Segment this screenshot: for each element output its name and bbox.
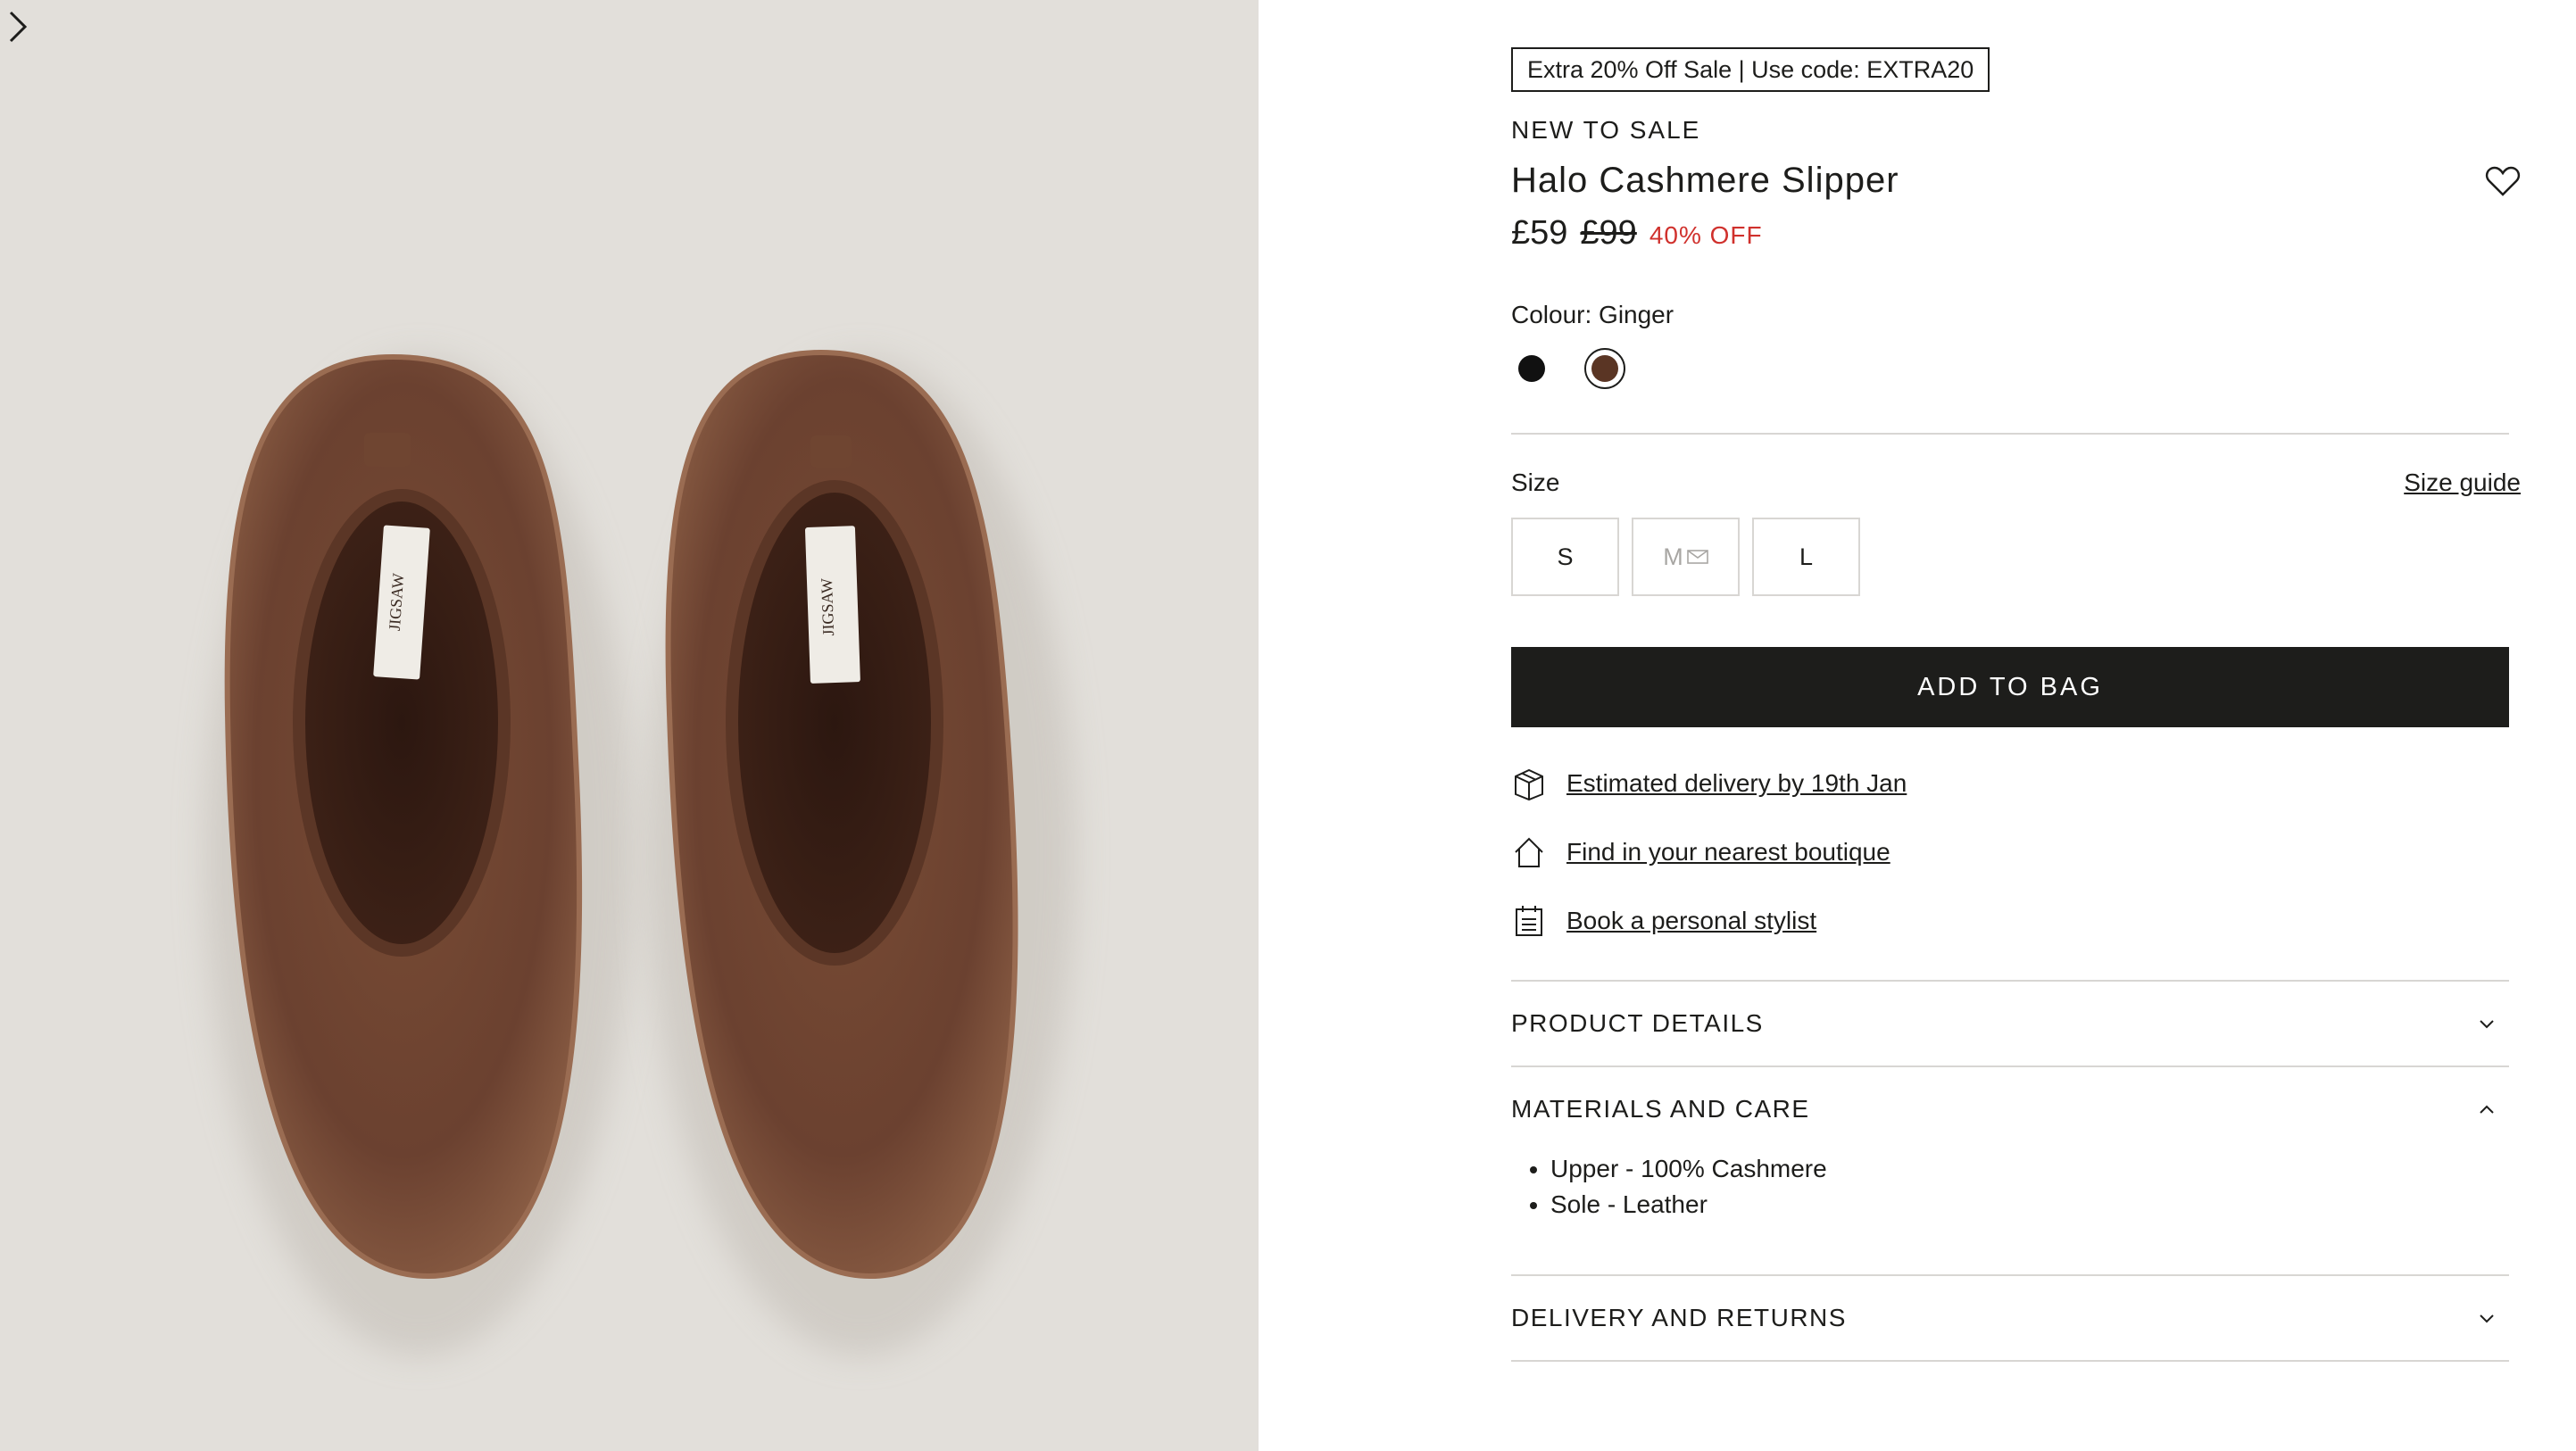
product-title: Halo Cashmere Slipper	[1511, 161, 1899, 200]
chevron-down-icon	[2480, 1314, 2494, 1323]
house-icon	[1515, 837, 1543, 867]
product-image-panel: JIGSAW JIGSAW	[0, 0, 1259, 1451]
divider	[1511, 433, 2509, 435]
size-options: S M L	[1511, 518, 1860, 596]
accordion-label: DELIVERY AND RETURNS	[1511, 1304, 1847, 1331]
chevron-right-icon[interactable]	[0, 0, 36, 54]
promo-banner: Extra 20% Off Sale | Use code: EXTRA20	[1511, 47, 1990, 92]
original-price: £99	[1580, 214, 1637, 252]
envelope-icon	[1686, 550, 1708, 564]
list-item: Upper - 100% Cashmere	[1550, 1151, 1827, 1187]
size-option-l[interactable]: L	[1752, 518, 1860, 596]
size-option-label: M	[1663, 543, 1683, 570]
divider	[1511, 980, 2509, 982]
chevron-down-icon	[2480, 1020, 2494, 1029]
svg-text:JIGSAW: JIGSAW	[818, 578, 837, 636]
sale-eyebrow: NEW TO SALE	[1511, 116, 1701, 144]
product-image: JIGSAW JIGSAW	[205, 349, 1076, 1356]
accordion-materials-care[interactable]: MATERIALS AND CARE	[1511, 1069, 2509, 1149]
chevron-up-icon	[2480, 1105, 2494, 1114]
divider	[1511, 1360, 2509, 1362]
delivery-estimate-link[interactable]: Estimated delivery by 19th Jan	[1566, 769, 1907, 798]
sale-price: £59	[1511, 214, 1568, 252]
calendar-icon	[1516, 906, 1542, 936]
book-stylist-link[interactable]: Book a personal stylist	[1566, 907, 1816, 935]
size-option-label: L	[1799, 543, 1814, 570]
find-boutique-link[interactable]: Find in your nearest boutique	[1566, 838, 1890, 866]
box-icon	[1515, 768, 1543, 801]
divider	[1511, 1065, 2509, 1067]
swatch-ginger-fill	[1591, 355, 1618, 382]
size-option-m[interactable]: M	[1632, 518, 1740, 596]
stylist-row: Book a personal stylist	[1511, 903, 1816, 939]
size-option-s[interactable]: S	[1511, 518, 1619, 596]
heart-icon[interactable]	[2485, 165, 2521, 197]
price-row: £59 £99 40% OFF	[1511, 214, 1763, 253]
divider	[1511, 1274, 2509, 1276]
swatch-black-fill	[1518, 355, 1545, 382]
materials-list: Upper - 100% Cashmere Sole - Leather	[1511, 1151, 1827, 1223]
size-label: Size	[1511, 468, 1560, 496]
add-to-bag-button[interactable]: ADD TO BAG	[1511, 647, 2509, 727]
size-guide-link[interactable]: Size guide	[2404, 468, 2521, 497]
accordion-label: MATERIALS AND CARE	[1511, 1095, 1810, 1123]
size-option-label: S	[1557, 543, 1574, 570]
colour-label: Colour: Ginger	[1511, 301, 1674, 328]
delivery-estimate-row: Estimated delivery by 19th Jan	[1511, 766, 1907, 801]
colour-swatches	[1511, 348, 1625, 389]
product-details-panel: Extra 20% Off Sale | Use code: EXTRA20 N…	[1511, 0, 2521, 1451]
swatch-black[interactable]	[1511, 348, 1552, 389]
swatch-ginger[interactable]	[1584, 348, 1625, 389]
accordion-label: PRODUCT DETAILS	[1511, 1009, 1764, 1037]
accordion-product-details[interactable]: PRODUCT DETAILS	[1511, 983, 2509, 1064]
boutique-row: Find in your nearest boutique	[1511, 834, 1890, 870]
accordion-delivery-returns[interactable]: DELIVERY AND RETURNS	[1511, 1278, 2509, 1358]
list-item: Sole - Leather	[1550, 1187, 1827, 1223]
discount-badge: 40% OFF	[1649, 221, 1763, 249]
